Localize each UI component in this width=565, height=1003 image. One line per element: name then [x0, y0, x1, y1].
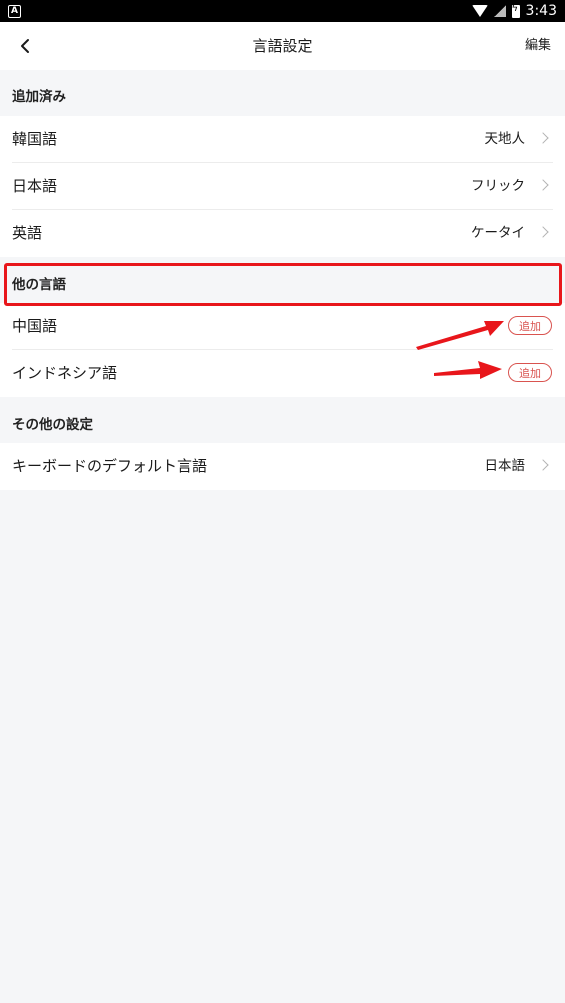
- language-row-korean[interactable]: 韓国語 天地人: [0, 116, 565, 163]
- signal-icon: [493, 5, 506, 17]
- app-notification-icon: A: [8, 5, 21, 18]
- chevron-right-icon: [537, 226, 549, 238]
- row-label: 中国語: [12, 317, 58, 335]
- battery-icon: [511, 3, 520, 18]
- section-header-other-settings: その他の設定: [12, 417, 93, 433]
- highlight-box: [4, 263, 562, 306]
- row-label: キーボードのデフォルト言語: [12, 457, 208, 475]
- status-time: 3:43: [525, 3, 557, 19]
- row-value: 天地人: [484, 131, 526, 147]
- page-title: 言語設定: [252, 37, 313, 55]
- row-value: フリック: [471, 178, 525, 194]
- annotation-arrow-icon: [434, 361, 502, 379]
- row-value: ケータイ: [471, 225, 525, 241]
- language-row-japanese[interactable]: 日本語 フリック: [0, 163, 565, 210]
- status-bar: A 3:43: [0, 0, 565, 22]
- row-label: 韓国語: [12, 130, 58, 148]
- top-bar: 言語設定 編集: [0, 22, 565, 70]
- row-label: 日本語: [12, 177, 58, 195]
- section-header-added: 追加済み: [12, 89, 66, 105]
- wifi-icon: [471, 5, 488, 17]
- chevron-right-icon: [537, 179, 549, 191]
- chevron-right-icon: [537, 459, 549, 471]
- add-button[interactable]: 追加: [508, 363, 552, 382]
- chevron-right-icon: [537, 132, 549, 144]
- add-button[interactable]: 追加: [508, 316, 552, 335]
- row-label: インドネシア語: [12, 364, 118, 382]
- status-icons: 3:43: [471, 0, 557, 22]
- default-keyboard-language-row[interactable]: キーボードのデフォルト言語 日本語: [0, 443, 565, 490]
- language-row-english[interactable]: 英語 ケータイ: [0, 210, 565, 257]
- row-value: 日本語: [484, 458, 526, 474]
- annotation-arrow-icon: [416, 321, 504, 350]
- row-label: 英語: [12, 224, 43, 242]
- edit-button[interactable]: 編集: [525, 22, 551, 70]
